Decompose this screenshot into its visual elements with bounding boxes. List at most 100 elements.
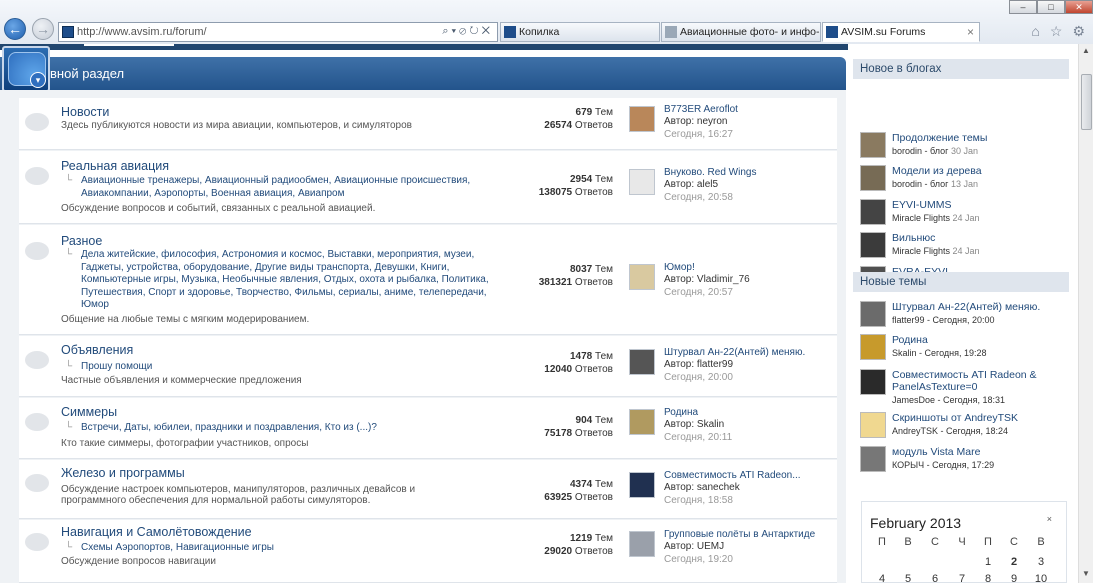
accessibility-widget[interactable]: ▾ [2,46,50,92]
calendar-day[interactable]: 7 [955,573,969,585]
topic-title-cont[interactable]: PanelAsTexture=0 [892,381,978,393]
new-topic-item[interactable]: Скриншоты от AndreyTSK AndreyTSK - Сегодн… [860,412,1070,440]
last-post-author[interactable]: Автор: Skalin [664,419,724,432]
post-label: Ответов [574,546,613,557]
settings-gear-icon[interactable]: ⚙ [1072,23,1085,40]
last-post-title[interactable]: Групповые полёты в Антарктиде [664,529,815,542]
blog-item[interactable]: EYVI-UMMS Miracle Flights 24 Jan [860,199,1070,227]
last-post-title[interactable]: Внуково. Red Wings [664,167,756,180]
favorites-star-icon[interactable]: ☆ [1050,23,1063,40]
calendar-day[interactable]: 3 [1034,556,1048,568]
blog-avatar[interactable] [860,232,886,258]
calendar-close-icon[interactable]: × [1047,514,1052,524]
maximize-button[interactable]: □ [1037,0,1065,14]
blog-title[interactable]: Вильнюс [892,232,935,244]
subforum-links[interactable]: Встречи, Даты, юбилеи, праздники и поздр… [81,422,377,433]
new-topic-item[interactable]: Штурвал Ан-22(Антей) меняю. flatter99 - С… [860,301,1070,329]
last-post-author[interactable]: Автор: UEMJ [664,541,724,554]
topic-title[interactable]: модуль Vista Mare [892,446,980,458]
topic-avatar[interactable] [860,334,886,360]
forward-button[interactable]: → [32,18,54,40]
last-post-avatar[interactable] [629,349,655,375]
blog-avatar[interactable] [860,165,886,191]
calendar-day[interactable]: 9 [1007,573,1021,585]
blog-avatar[interactable] [860,132,886,158]
scroll-down-icon[interactable]: ▼ [1080,569,1092,581]
topic-avatar[interactable] [860,301,886,327]
blog-item[interactable]: Вильнюс Miracle Flights 24 Jan [860,232,1070,260]
tab-avsim-forums[interactable]: AVSIM.su Forums × [822,22,980,42]
calendar-day[interactable]: 8 [981,573,995,585]
last-post-author[interactable]: Автор: flatter99 [664,359,733,372]
new-topic-item[interactable]: Родина Skalin - Сегодня, 19:28 [860,334,1070,362]
last-post-title[interactable]: Штурвал Ан-22(Антей) меняю. [664,347,805,360]
blog-author[interactable]: Miracle Flights [892,246,950,256]
blog-title[interactable]: Модели из дерева [892,165,982,177]
last-post-title[interactable]: Юмор! [664,262,695,275]
last-post-avatar[interactable] [629,264,655,290]
address-controls[interactable]: ⌕▾⊘↻✕ [442,25,493,38]
back-button[interactable]: ← [4,18,26,40]
blog-title[interactable]: Продолжение темы [892,132,987,144]
calendar-day[interactable]: 6 [928,573,942,585]
topic-avatar[interactable] [860,369,886,395]
topic-avatar[interactable] [860,412,886,438]
chevron-down-icon[interactable]: ▾ [30,72,46,88]
last-post-avatar[interactable] [629,531,655,557]
last-post-title[interactable]: Родина [664,407,698,420]
scroll-up-icon[interactable]: ▲ [1080,46,1092,58]
calendar-day[interactable]: 4 [875,573,889,585]
subforum-links[interactable]: Схемы Аэропортов, Навигационные игры [81,542,274,553]
close-window-button[interactable]: ✕ [1065,0,1093,14]
home-icon[interactable]: ⌂ [1031,23,1039,40]
blog-item[interactable]: Продолжение темы borodin - блог 30 Jan [860,132,1070,160]
subforum-links[interactable]: Дела житейские, философия, Астрономия и … [81,249,489,310]
blog-author[interactable]: Miracle Flights [892,213,950,223]
scroll-thumb[interactable] [1081,74,1092,130]
tab-aviation-photo[interactable]: Авиационные фото- и инфо-... [661,22,821,42]
last-post-author[interactable]: Автор: neyron [664,116,728,129]
forum-name[interactable]: Навигация и Самолётовождение [61,525,252,539]
calendar-day[interactable]: 1 [981,556,995,568]
last-post-author[interactable]: Автор: sanechek [664,482,740,495]
address-bar[interactable]: http://www.avsim.ru/forum/ ⌕▾⊘↻✕ [58,22,498,42]
topic-title[interactable]: Родина [892,334,928,346]
forum-name[interactable]: Разное [61,234,102,248]
forum-name[interactable]: Новости [61,105,109,119]
topic-avatar[interactable] [860,446,886,472]
category-header[interactable]: вной раздел [0,57,846,90]
subforum-links[interactable]: Авиационные тренажеры, Авиационный радио… [81,175,470,199]
blog-item[interactable]: Модели из дерева borodin - блог 13 Jan [860,165,1070,193]
topic-title[interactable]: Скриншоты от AndreyTSK [892,412,1018,424]
forum-name[interactable]: Симмеры [61,405,117,419]
forum-name[interactable]: Объявления [61,343,133,357]
last-post-author[interactable]: Автор: Vladimir_76 [664,274,750,287]
blog-author[interactable]: borodin - блог [892,179,948,189]
last-post-avatar[interactable] [629,409,655,435]
tab-kopilka[interactable]: Копилка [500,22,660,42]
blog-title[interactable]: EYVI-UMMS [892,199,952,211]
subforum-branch-icon: └ [65,422,73,433]
calendar-day[interactable]: 5 [901,573,915,585]
calendar-day[interactable]: 10 [1034,573,1048,585]
minimize-button[interactable]: – [1009,0,1037,14]
last-post-author[interactable]: Автор: alel5 [664,179,718,192]
blog-avatar[interactable] [860,199,886,225]
last-post-avatar[interactable] [629,169,655,195]
blog-author[interactable]: borodin - блог [892,146,948,156]
forum-name[interactable]: Реальная авиация [61,159,169,173]
new-topic-item[interactable]: модуль Vista Mare КОРЫЧ - Сегодня, 17:29 [860,446,1070,474]
tab-close-icon[interactable]: × [967,25,974,39]
last-post-title[interactable]: Совместимость ATI Radeon... [664,470,801,483]
new-topic-item[interactable]: Совместимость ATI Radeon & PanelAsTexture… [860,369,1070,405]
last-post-title[interactable]: B773ER Aeroflot [664,104,738,117]
forum-name[interactable]: Железо и программы [61,466,185,480]
vertical-scrollbar[interactable]: ▲ ▼ [1078,44,1093,583]
topic-title[interactable]: Штурвал Ан-22(Антей) меняю. [892,301,1040,313]
subforum-links[interactable]: Прошу помощи [81,361,152,372]
last-post-avatar[interactable] [629,472,655,498]
topic-meta: flatter99 - Сегодня, 20:00 [892,315,995,325]
calendar-day[interactable]: 2 [1007,556,1021,568]
topic-title[interactable]: Совместимость ATI Radeon & [892,369,1037,381]
last-post-avatar[interactable] [629,106,655,132]
